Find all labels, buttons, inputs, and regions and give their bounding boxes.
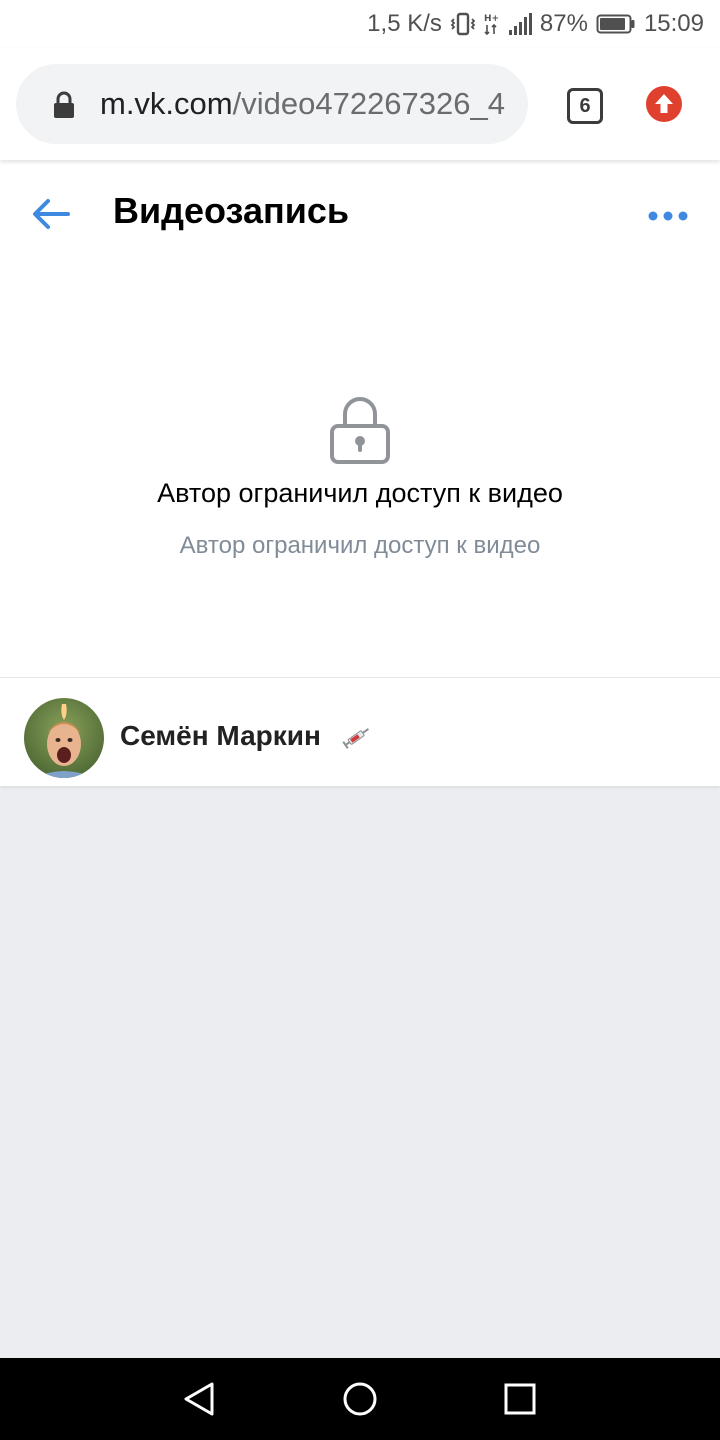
system-navigation-bar — [0, 1358, 720, 1440]
nav-home-button[interactable] — [338, 1378, 382, 1422]
update-button[interactable] — [646, 86, 682, 122]
svg-text:H+: H+ — [484, 14, 499, 24]
nav-back-button[interactable] — [178, 1378, 222, 1422]
url-host: m.vk.com — [100, 86, 233, 121]
status-icons: 1,5 K/s H+ 87% 15:09 — [367, 8, 704, 40]
url-path: /video472267326_4 — [232, 86, 505, 121]
lock-icon — [52, 91, 76, 124]
padlock-icon — [328, 390, 392, 471]
browser-toolbar: m.vk.com/video472267326_4 6 — [0, 48, 720, 160]
battery-percent: 87% — [539, 10, 588, 37]
avatar[interactable] — [24, 698, 104, 778]
syringe-icon — [342, 724, 372, 755]
network-h-plus-icon: H+ — [484, 11, 500, 37]
video-owner-row[interactable]: Семён Маркин — [0, 678, 720, 786]
vibrate-icon — [450, 11, 476, 37]
arrow-left-icon — [33, 199, 70, 229]
more-button[interactable] — [642, 206, 692, 226]
network-speed: 1,5 K/s — [367, 10, 442, 37]
tab-switcher-button[interactable]: 6 — [567, 88, 603, 124]
back-button[interactable] — [26, 192, 78, 236]
restriction-title: Автор ограничил доступ к видео — [157, 478, 563, 508]
clock: 15:09 — [643, 10, 704, 37]
square-recents-icon — [504, 1383, 536, 1415]
nav-recents-button[interactable] — [498, 1378, 542, 1422]
battery-icon — [596, 13, 636, 35]
triangle-back-icon — [184, 1382, 214, 1416]
restriction-subtitle: Автор ограничил доступ к видео — [179, 532, 541, 559]
video-page: Видеозапись Автор ограничил доступ к вид… — [0, 160, 720, 786]
arrow-up-icon — [655, 94, 673, 113]
address-bar[interactable]: m.vk.com/video472267326_4 — [16, 64, 528, 144]
page-title: Видеозапись — [113, 190, 349, 231]
tab-count: 6 — [579, 94, 591, 117]
status-bar: 1,5 K/s H+ 87% 15:09 — [0, 0, 720, 48]
circle-home-icon — [343, 1382, 377, 1416]
url-text: m.vk.com/video472267326_4 — [100, 64, 512, 144]
owner-name[interactable]: Семён Маркин — [120, 720, 321, 752]
signal-icon — [508, 12, 532, 36]
screen: 1,5 K/s H+ 87% 15:09 m.vk.com/video47226… — [0, 0, 720, 1440]
more-dots-icon — [648, 211, 688, 221]
